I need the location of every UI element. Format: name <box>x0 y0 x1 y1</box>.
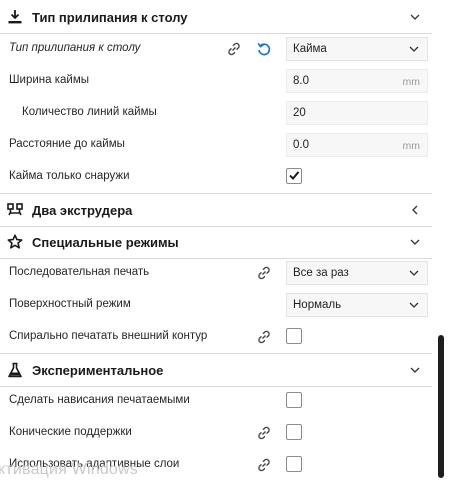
brim-width-input[interactable]: 8.0 mm <box>286 69 428 93</box>
section-title: Экспериментальное <box>32 362 164 378</box>
dual-extruder-icon <box>7 203 23 216</box>
setting-label: Последовательная печать <box>9 266 150 278</box>
scrollbar[interactable] <box>438 335 444 478</box>
flask-icon <box>8 362 22 378</box>
link-icon[interactable] <box>256 458 272 472</box>
chevron-down-icon[interactable] <box>409 236 421 248</box>
setting-brim-line-count: Количество линий каймы 20 <box>0 97 432 129</box>
chevron-left-icon[interactable] <box>409 204 421 216</box>
setting-brim-distance: Расстояние до каймы 0.0 mm <box>0 129 432 161</box>
conical-support-checkbox[interactable] <box>286 424 302 440</box>
section-title: Два экструдера <box>32 202 133 218</box>
section-title: Специальные режимы <box>32 234 179 250</box>
chevron-down-icon[interactable] <box>409 11 421 23</box>
section-header-dual-extruder[interactable]: Два экструдера <box>0 193 432 227</box>
adhesion-type-dropdown[interactable]: Кайма <box>286 37 428 61</box>
chevron-down-icon <box>409 270 419 276</box>
link-icon[interactable] <box>256 266 272 280</box>
windows-activation-watermark: ктивация Windows <box>0 461 138 478</box>
input-value: 0.0 <box>293 139 309 151</box>
dropdown-value: Нормаль <box>293 299 342 311</box>
setting-label: Сделать нависания печатаемыми <box>9 394 190 406</box>
section-title: Тип прилипания к столу <box>32 9 188 25</box>
input-value: 20 <box>293 107 306 119</box>
setting-label: Расстояние до каймы <box>9 138 125 150</box>
spiralize-checkbox[interactable] <box>286 328 302 344</box>
setting-spiralize: Спирально печатать внешний контур <box>0 321 432 353</box>
setting-label: Количество линий каймы <box>22 106 157 118</box>
setting-label: Спирально печатать внешний контур <box>9 330 208 342</box>
setting-label: Конические поддержки <box>9 426 132 438</box>
surface-mode-dropdown[interactable]: Нормаль <box>286 293 428 317</box>
setting-label: Поверхностный режим <box>9 298 131 310</box>
brim-outside-only-checkbox[interactable] <box>286 168 302 184</box>
print-sequence-dropdown[interactable]: Все за раз <box>286 261 428 285</box>
checkmark-icon <box>289 171 300 180</box>
setting-print-sequence: Последовательная печать Все за раз <box>0 257 432 289</box>
bed-adhesion-icon <box>8 10 22 24</box>
setting-label: Ширина каймы <box>9 74 90 86</box>
link-icon[interactable] <box>256 426 272 440</box>
settings-panel: Тип прилипания к столу Тип прилипания к … <box>0 0 449 478</box>
chevron-down-icon <box>409 46 419 52</box>
setting-label: Кайма только снаружи <box>9 170 130 182</box>
reset-icon[interactable] <box>256 41 272 57</box>
setting-brim-outside-only: Кайма только снаружи <box>0 161 432 193</box>
adaptive-layers-checkbox[interactable] <box>286 456 302 472</box>
setting-conical-support: Конические поддержки <box>0 417 432 449</box>
link-icon[interactable] <box>226 42 242 56</box>
dropdown-value: Кайма <box>293 43 327 55</box>
section-header-special-modes[interactable]: Специальные режимы <box>0 226 432 259</box>
star-icon <box>7 234 23 249</box>
setting-adhesion-type: Тип прилипания к столу Кайма <box>0 33 432 65</box>
brim-distance-input[interactable]: 0.0 mm <box>286 133 428 157</box>
chevron-down-icon[interactable] <box>409 364 421 376</box>
link-icon[interactable] <box>256 330 272 344</box>
setting-surface-mode: Поверхностный режим Нормаль <box>0 289 432 321</box>
section-header-experimental[interactable]: Экспериментальное <box>0 353 432 387</box>
setting-brim-width: Ширина каймы 8.0 mm <box>0 65 432 97</box>
unit-label: mm <box>402 76 421 88</box>
brim-line-count-input[interactable]: 20 <box>286 101 428 125</box>
setting-overhang-printable: Сделать нависания печатаемыми <box>0 385 432 417</box>
unit-label: mm <box>402 140 421 152</box>
input-value: 8.0 <box>293 75 309 87</box>
overhang-printable-checkbox[interactable] <box>286 392 302 408</box>
setting-label: Тип прилипания к столу <box>9 42 141 54</box>
dropdown-value: Все за раз <box>293 267 349 279</box>
section-header-adhesion[interactable]: Тип прилипания к столу <box>0 1 432 34</box>
chevron-down-icon <box>409 302 419 308</box>
